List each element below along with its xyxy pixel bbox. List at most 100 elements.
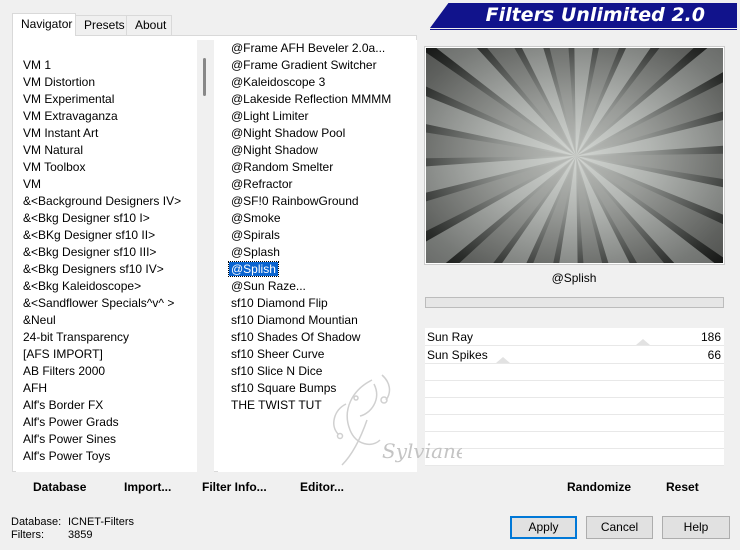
list-item[interactable]: &<Bkg Designers sf10 IV> <box>23 261 181 278</box>
list-item-label: VM Extravaganza <box>23 109 118 123</box>
category-scrollbar[interactable] <box>197 40 214 472</box>
help-button[interactable]: Help <box>662 516 730 539</box>
list-item[interactable]: @Random Smelter <box>231 159 391 176</box>
list-item-label: @Spirals <box>231 228 280 242</box>
randomize-button[interactable]: Randomize <box>567 480 631 494</box>
param-sun-ray[interactable]: Sun Ray 186 <box>425 328 724 346</box>
list-item[interactable]: Alf's Power Grads <box>23 414 181 431</box>
list-item[interactable]: @Refractor <box>231 176 391 193</box>
list-item[interactable]: VM <box>23 176 181 193</box>
list-item-label: @Refractor <box>231 177 293 191</box>
apply-button[interactable]: Apply <box>510 516 577 539</box>
list-item-label: @SF!0 RainbowGround <box>231 194 359 208</box>
list-item[interactable]: VM Extravaganza <box>23 108 181 125</box>
list-item[interactable]: VM Instant Art <box>23 125 181 142</box>
list-item[interactable]: &<Bkg Designer sf10 I> <box>23 210 181 227</box>
list-item[interactable]: sf10 Sheer Curve <box>231 346 391 363</box>
list-item[interactable]: AFH <box>23 380 181 397</box>
list-item[interactable]: sf10 Shades Of Shadow <box>231 329 391 346</box>
tab-presets[interactable]: Presets <box>75 15 127 35</box>
list-item[interactable]: sf10 Square Bumps <box>231 380 391 397</box>
list-item[interactable]: @Smoke <box>231 210 391 227</box>
list-item[interactable]: &<Sandflower Specials^v^ > <box>23 295 181 312</box>
tab-about[interactable]: About <box>126 15 172 35</box>
list-item-label: @Light Limiter <box>231 109 309 123</box>
list-item[interactable]: VM Toolbox <box>23 159 181 176</box>
list-item-label: sf10 Square Bumps <box>231 381 337 395</box>
filter-list-panel: @Frame AFH Beveler 2.0a... @Frame Gradien… <box>218 40 417 472</box>
list-item[interactable]: sf10 Diamond Mountian <box>231 312 391 329</box>
list-item[interactable]: @Frame AFH Beveler 2.0a... <box>231 40 391 57</box>
tab-navigator[interactable]: Navigator <box>12 13 76 36</box>
filter-preview-image <box>426 48 723 263</box>
list-item[interactable]: @Splash <box>231 244 391 261</box>
list-item-label: AB Filters 2000 <box>23 364 106 378</box>
editor-button[interactable]: Editor... <box>300 480 344 494</box>
list-item-label: &Neul <box>23 313 56 327</box>
filter-list: @Frame AFH Beveler 2.0a... @Frame Gradien… <box>228 40 391 414</box>
selected-filter-name: @Splish <box>551 271 597 285</box>
cancel-button[interactable]: Cancel <box>586 516 653 539</box>
filters-label: Filters: <box>11 529 44 541</box>
list-item[interactable]: &Neul <box>23 312 181 329</box>
list-item-label: @Random Smelter <box>231 160 334 174</box>
param-slot <box>425 432 724 449</box>
list-item[interactable]: @SF!0 RainbowGround <box>231 193 391 210</box>
list-item[interactable]: VM Experimental <box>23 91 181 108</box>
list-item[interactable]: Alf's Power Toys <box>23 448 181 465</box>
database-value: ICNET-Filters <box>68 516 134 528</box>
scrollbar-thumb[interactable] <box>203 58 206 96</box>
list-item-label: 24-bit Transparency <box>23 330 130 344</box>
database-label: Database: <box>11 516 62 528</box>
param-slot <box>425 398 724 415</box>
list-item-label: VM Natural <box>23 143 84 157</box>
filters-count: 3859 <box>68 529 93 541</box>
list-item[interactable]: @Lakeside Reflection MMMM <box>231 91 391 108</box>
list-item-label: @Splish <box>228 261 279 277</box>
list-item[interactable]: AB Filters 2000 <box>23 363 181 380</box>
list-item-label: THE TWIST TUT <box>231 398 322 412</box>
param-slot <box>425 381 724 398</box>
list-item[interactable]: Alf's Power Sines <box>23 431 181 448</box>
list-item-label: sf10 Shades Of Shadow <box>231 330 361 344</box>
database-button[interactable]: Database <box>33 480 86 494</box>
slider-marker[interactable] <box>495 357 510 363</box>
import-button[interactable]: Import... <box>124 480 171 494</box>
list-item-label: VM 1 <box>23 58 52 72</box>
list-item[interactable]: [AFS IMPORT] <box>23 346 181 363</box>
list-item[interactable]: &<Bkg Kaleidoscope> <box>23 278 181 295</box>
list-item[interactable]: &<BKg Designer sf10 II> <box>23 227 181 244</box>
list-item[interactable]: @Light Limiter <box>231 108 391 125</box>
list-item-label: @Night Shadow <box>231 143 318 157</box>
slider-marker[interactable] <box>636 339 651 345</box>
list-item[interactable]: VM Natural <box>23 142 181 159</box>
filter-info-button[interactable]: Filter Info... <box>202 480 267 494</box>
list-item[interactable]: &<Bkg Designer sf10 III> <box>23 244 181 261</box>
list-item-label: @Kaleidoscope 3 <box>231 75 326 89</box>
list-item-label: VM Toolbox <box>23 160 86 174</box>
list-item[interactable]: sf10 Diamond Flip <box>231 295 391 312</box>
list-item[interactable]: &<Background Designers IV> <box>23 193 181 210</box>
list-item[interactable]: @Frame Gradient Switcher <box>231 57 391 74</box>
list-item[interactable]: @Night Shadow Pool <box>231 125 391 142</box>
reset-button[interactable]: Reset <box>666 480 699 494</box>
list-item-label: VM <box>23 177 41 191</box>
param-label: Sun Ray <box>427 330 474 344</box>
list-item[interactable]: Alf's Border FX <box>23 397 181 414</box>
list-item[interactable]: THE TWIST TUT <box>231 397 391 414</box>
list-item[interactable]: @Sun Raze... <box>231 278 391 295</box>
list-item[interactable]: VM Distortion <box>23 74 181 91</box>
list-item[interactable]: sf10 Slice N Dice <box>231 363 391 380</box>
param-value: 186 <box>700 330 721 344</box>
list-item-label: Alf's Power Toys <box>23 449 111 463</box>
parameter-panel: Sun Ray 186 Sun Spikes 66 <box>425 328 724 466</box>
list-item[interactable]: @Spirals <box>231 227 391 244</box>
list-item-label: sf10 Diamond Flip <box>231 296 328 310</box>
list-item-label: @Frame AFH Beveler 2.0a... <box>231 41 386 55</box>
list-item[interactable]: @Night Shadow <box>231 142 391 159</box>
list-item[interactable]: VM 1 <box>23 57 181 74</box>
list-item[interactable]: @Splish <box>228 261 391 278</box>
list-item[interactable]: 24-bit Transparency <box>23 329 181 346</box>
param-sun-spikes[interactable]: Sun Spikes 66 <box>425 346 724 364</box>
list-item[interactable]: @Kaleidoscope 3 <box>231 74 391 91</box>
